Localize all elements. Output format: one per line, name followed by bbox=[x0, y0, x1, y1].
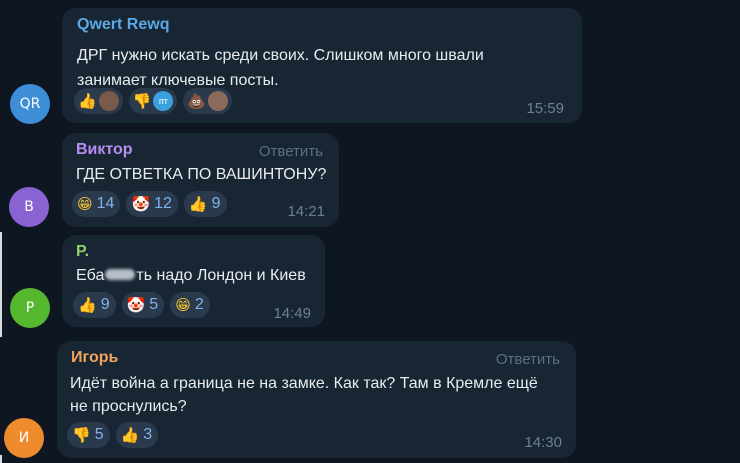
reply-button[interactable]: Ответить bbox=[259, 143, 323, 160]
reaction-count: 9 bbox=[100, 296, 110, 313]
reactions-bar: 👍 9 🤡 5 😁 2 bbox=[73, 292, 210, 318]
clown-icon: 🤡 bbox=[126, 296, 146, 314]
message-bubble: Игорь Ответить Идёт война а граница не н… bbox=[57, 341, 576, 458]
sender-name[interactable]: Игорь bbox=[71, 349, 118, 367]
reaction-count: 5 bbox=[94, 426, 104, 443]
thumbs-up-icon: 👍 bbox=[120, 426, 140, 444]
reaction-poo[interactable]: 💩 bbox=[183, 88, 233, 114]
reactions-bar: 😁 14 🤡 12 👍 9 bbox=[72, 191, 227, 217]
avatar[interactable]: В bbox=[9, 187, 49, 227]
thumbs-down-icon: 👎 bbox=[132, 92, 152, 110]
thumbs-up-icon: 👍 bbox=[78, 92, 97, 110]
reply-button[interactable]: Ответить bbox=[496, 351, 560, 368]
reactor-avatar: пт bbox=[153, 91, 174, 111]
message-bubble: Виктор Ответить ГДЕ ОТВЕТКА ПО ВАШИНТОНУ… bbox=[62, 133, 339, 227]
reaction-thumbs-up[interactable]: 👍 bbox=[74, 88, 123, 114]
sender-name[interactable]: P. bbox=[76, 243, 89, 261]
thumbs-up-icon: 👍 bbox=[78, 296, 97, 314]
reaction-clown[interactable]: 🤡 12 bbox=[126, 191, 178, 217]
message-text-line: не проснулись? bbox=[70, 398, 187, 415]
reaction-grin[interactable]: 😁 14 bbox=[72, 191, 121, 217]
message-time: 15:59 bbox=[526, 100, 564, 117]
reaction-count: 2 bbox=[194, 296, 204, 313]
reaction-thumbs-up[interactable]: 👍 9 bbox=[183, 191, 227, 217]
avatar[interactable]: И bbox=[4, 418, 44, 458]
reaction-count: 12 bbox=[154, 195, 172, 212]
censored-blur bbox=[105, 268, 136, 280]
grin-icon: 😁 bbox=[77, 195, 93, 213]
reactions-bar: 👍 👎 пт 💩 bbox=[74, 88, 233, 114]
thumbs-up-icon: 👍 bbox=[188, 195, 208, 213]
reactions-bar: 👎 5 👍 3 bbox=[67, 422, 159, 448]
clown-icon: 🤡 bbox=[131, 195, 151, 213]
message-time: 14:21 bbox=[287, 203, 325, 220]
sender-name[interactable]: Виктор bbox=[76, 141, 133, 159]
grin-icon: 😁 bbox=[175, 296, 191, 314]
sender-name[interactable]: Qwert Rewq bbox=[77, 16, 169, 34]
message-bubble: Qwert Rewq ДРГ нужно искать среди своих.… bbox=[62, 8, 582, 123]
thumbs-down-icon: 👎 bbox=[72, 426, 91, 444]
window-edge-top bbox=[0, 232, 2, 337]
reaction-count: 9 bbox=[211, 195, 221, 212]
message-time: 14:49 bbox=[273, 305, 311, 322]
message-bubble: P. Еба ть надо Лондон и Киев 👍 9 🤡 5 😁 2 … bbox=[62, 235, 325, 327]
avatar[interactable]: P bbox=[10, 288, 50, 328]
message-text-line: ГДЕ ОТВЕТКА ПО ВАШИНТОНУ? bbox=[76, 166, 327, 183]
reactor-avatar bbox=[98, 91, 119, 111]
message-text-line: Идёт война а граница не на замке. Как та… bbox=[70, 375, 538, 392]
window-edge-bottom bbox=[0, 455, 2, 463]
message-text-start: Еба bbox=[76, 267, 105, 284]
reaction-thumbs-up[interactable]: 👍 3 bbox=[115, 422, 159, 448]
reactor-avatar bbox=[208, 91, 229, 111]
reaction-clown[interactable]: 🤡 5 bbox=[121, 292, 165, 318]
message-text-line: Еба ть надо Лондон и Киев bbox=[76, 263, 306, 288]
reaction-grin[interactable]: 😁 2 bbox=[170, 292, 210, 318]
message-time: 14:30 bbox=[524, 434, 562, 451]
reaction-count: 3 bbox=[143, 426, 153, 443]
avatar[interactable]: QR bbox=[10, 84, 50, 124]
poo-icon: 💩 bbox=[187, 92, 207, 110]
reaction-count: 5 bbox=[149, 296, 159, 313]
message-text-end: ть надо Лондон и Киев bbox=[136, 267, 306, 284]
message-text-line: ДРГ нужно искать среди своих. Слишком мн… bbox=[77, 47, 484, 64]
reaction-thumbs-down[interactable]: 👎 пт bbox=[128, 88, 178, 114]
reaction-thumbs-up[interactable]: 👍 9 bbox=[73, 292, 116, 318]
reaction-thumbs-down[interactable]: 👎 5 bbox=[67, 422, 110, 448]
reaction-count: 14 bbox=[96, 195, 115, 212]
